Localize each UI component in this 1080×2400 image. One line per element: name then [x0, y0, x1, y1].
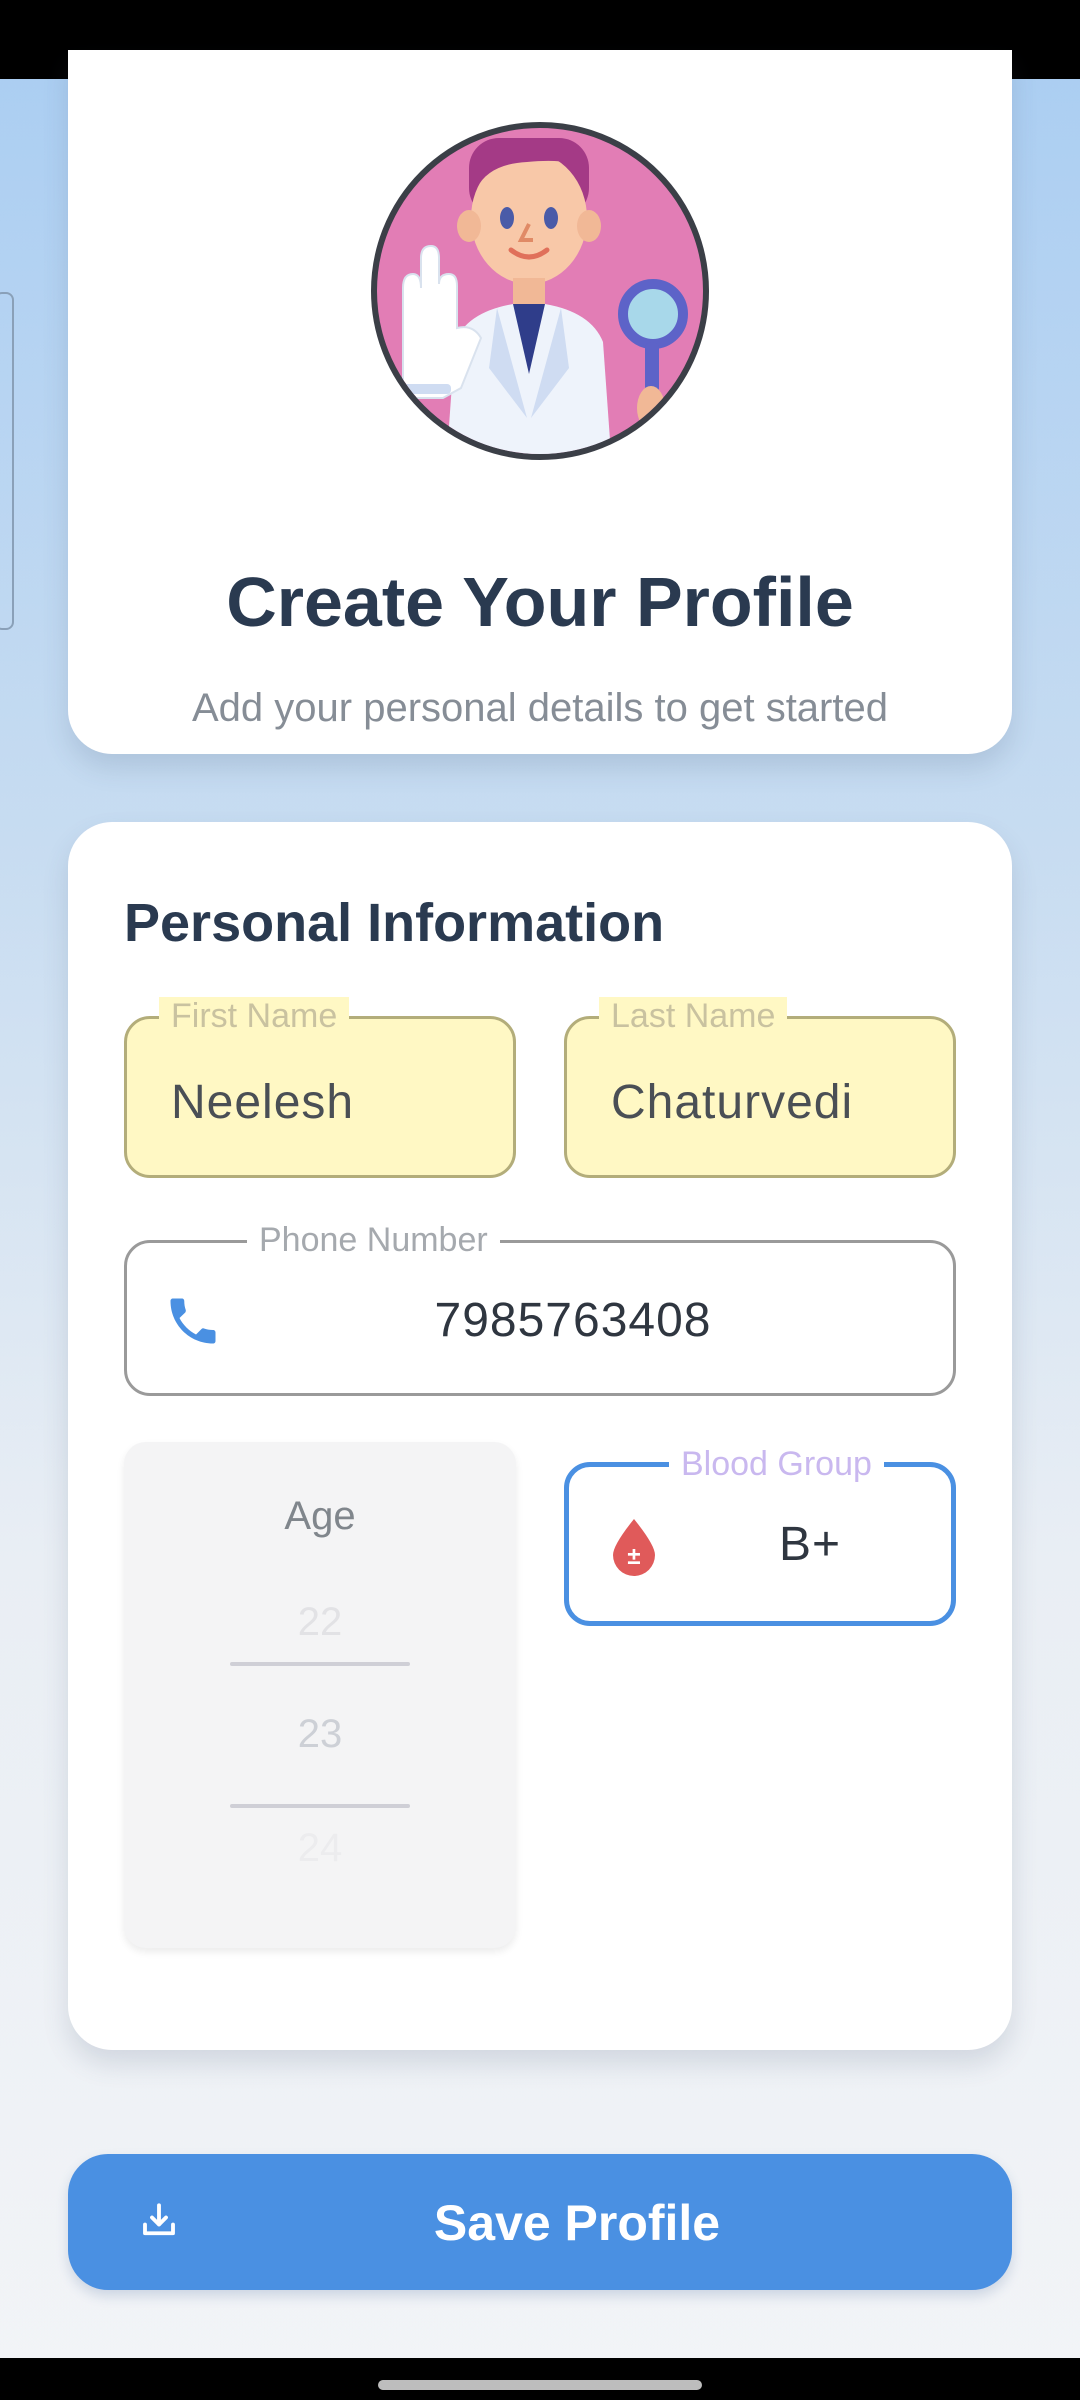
age-option[interactable]: 22 [124, 1600, 516, 1645]
svg-text:±: ± [627, 1543, 640, 1570]
picker-divider [230, 1804, 410, 1808]
blood-group-field[interactable]: Blood Group ± B+ [564, 1445, 956, 1626]
age-label: Age [284, 1494, 356, 1538]
age-picker[interactable]: Age 22 23 24 [124, 1442, 516, 1948]
doctor-avatar-icon [371, 122, 709, 460]
blood-group-label: Blood Group [669, 1445, 884, 1484]
page-subtitle: Add your personal details to get started [192, 686, 888, 730]
home-gesture-handle[interactable] [378, 2380, 702, 2390]
header-card: Create Your Profile Add your personal de… [68, 50, 1012, 754]
phone-number-field[interactable]: Phone Number 7985763408 [124, 1221, 956, 1396]
personal-info-card: Personal Information First Name Neelesh … [68, 822, 1012, 2050]
picker-divider [230, 1662, 410, 1666]
last-name-field[interactable]: Last Name Chaturvedi [564, 997, 956, 1178]
phone-number-label: Phone Number [247, 1221, 500, 1260]
save-profile-button[interactable]: Save Profile [68, 2154, 1012, 2290]
phone-number-value: 7985763408 [434, 1294, 712, 1347]
first-name-label: First Name [159, 997, 350, 1036]
section-title: Personal Information [124, 893, 665, 953]
age-option-selected[interactable]: 23 [124, 1712, 516, 1757]
save-profile-label: Save Profile [433, 2195, 721, 2251]
blood-drop-icon: ± [607, 1517, 661, 1577]
last-name-label: Last Name [599, 997, 788, 1036]
last-name-value: Chaturvedi [611, 1076, 854, 1129]
side-panel-edge [0, 292, 14, 630]
page-title: Create Your Profile [226, 563, 854, 641]
first-name-value: Neelesh [171, 1076, 355, 1129]
blood-group-value: B+ [779, 1518, 842, 1571]
first-name-field[interactable]: First Name Neelesh [124, 997, 516, 1178]
age-option[interactable]: 24 [124, 1826, 516, 1871]
navigation-bar [0, 2358, 1080, 2400]
